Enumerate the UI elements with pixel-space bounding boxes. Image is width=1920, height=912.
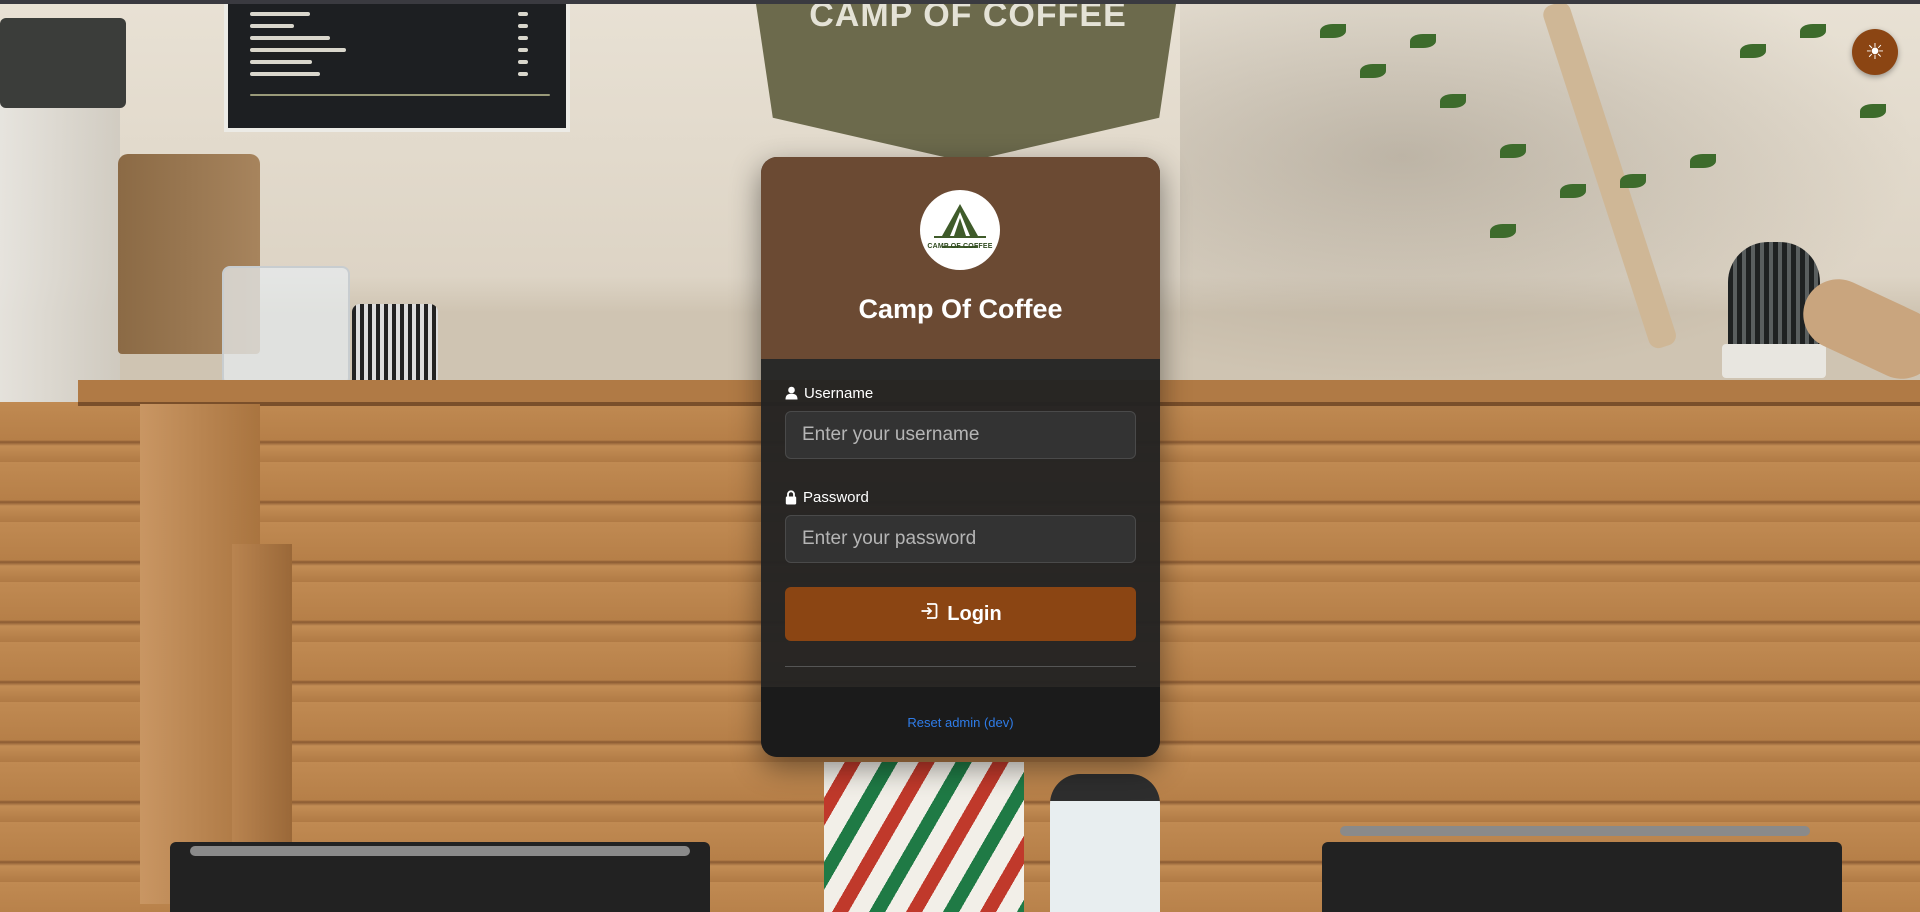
sun-icon: ☀	[1865, 39, 1885, 64]
login-button-label: Login	[947, 602, 1002, 625]
card-header: CAMP OF COFFEE Camp Of Coffee	[761, 157, 1160, 359]
logo-text: CAMP OF COFFEE	[927, 243, 993, 250]
camp-chair-right	[1322, 842, 1842, 912]
reset-admin-link[interactable]: Reset admin (dev)	[761, 715, 1160, 730]
username-input[interactable]	[785, 411, 1136, 459]
login-form: Username Password Login	[785, 383, 1136, 667]
tip-jar	[222, 266, 350, 386]
login-button[interactable]: Login	[785, 587, 1136, 641]
password-label: Password	[785, 487, 1136, 507]
theme-toggle-button[interactable]: ☀	[1852, 29, 1898, 75]
password-input[interactable]	[785, 515, 1136, 563]
login-arrow-icon	[919, 601, 939, 627]
username-label-text: Username	[804, 384, 874, 402]
toolbox	[0, 18, 126, 108]
tent-logo-icon: CAMP OF COFFEE	[920, 190, 1000, 270]
login-card: CAMP OF COFFEE Camp Of Coffee Username E…	[761, 157, 1160, 757]
banner-text: CAMP OF COFFEE	[809, 4, 1127, 34]
user-icon	[785, 386, 798, 400]
form-divider	[785, 666, 1136, 667]
brand-title: Camp Of Coffee	[858, 294, 1063, 324]
password-label-text: Password	[803, 488, 869, 506]
username-label: Username	[785, 383, 1136, 403]
bug-lamp-left	[352, 304, 438, 384]
top-edge	[0, 0, 1920, 4]
lock-icon	[785, 489, 797, 505]
menu-board	[224, 4, 570, 132]
tent-logo-graphic	[922, 192, 998, 268]
lantern	[1050, 774, 1160, 912]
striped-box	[824, 762, 1024, 912]
